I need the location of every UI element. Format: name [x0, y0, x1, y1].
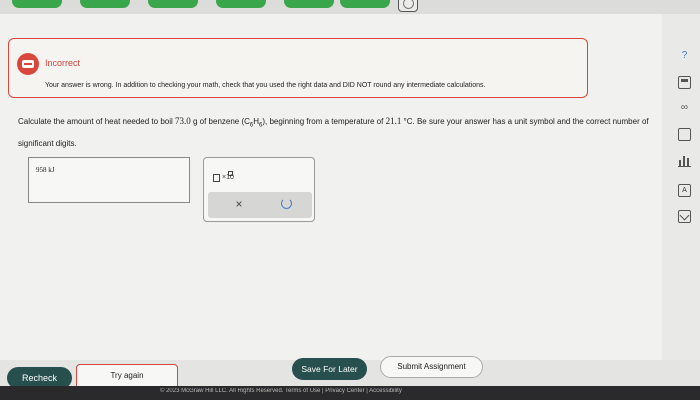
chart-bar: [683, 156, 685, 166]
progress-strip: [0, 0, 700, 14]
copyright-text: © 2023 McGraw Hill LLC. All Rights Reser…: [160, 388, 402, 394]
feedback-title: Incorrect: [45, 58, 81, 68]
link-icon[interactable]: ∞: [678, 102, 691, 115]
math-palette: ×10 ×: [203, 157, 315, 222]
temperature-value: 21.1: [385, 116, 402, 126]
progress-item-5[interactable]: [284, 0, 334, 8]
mass-value: 73.0: [175, 116, 191, 126]
incorrect-icon: [17, 53, 39, 75]
feedback-message: Your answer is wrong. In addition to che…: [45, 82, 486, 89]
submit-assignment-button[interactable]: Submit Assignment: [380, 356, 483, 378]
progress-item-3[interactable]: [148, 0, 198, 8]
clear-icon[interactable]: ×: [232, 197, 246, 211]
save-for-later-button[interactable]: Save For Later: [292, 358, 367, 380]
text-icon[interactable]: A: [678, 184, 691, 197]
exponent-box-icon: [228, 171, 233, 176]
chart-bar: [687, 158, 689, 166]
calculator-icon[interactable]: [678, 76, 691, 89]
ebook-icon[interactable]: [678, 128, 691, 141]
chart-bar: [679, 160, 681, 166]
progress-item-1[interactable]: [12, 0, 62, 8]
feedback-box: Incorrect Your answer is wrong. In addit…: [8, 38, 588, 98]
answer-input[interactable]: 958 kJ: [28, 157, 190, 203]
chart-icon[interactable]: [678, 154, 691, 167]
question-part: Calculate the amount of heat needed to b…: [18, 117, 175, 126]
progress-item-2[interactable]: [80, 0, 130, 8]
base-box-icon: [213, 174, 220, 182]
mail-icon[interactable]: [678, 210, 691, 223]
help-icon[interactable]: ?: [678, 50, 691, 63]
progress-current-icon[interactable]: [398, 0, 418, 12]
undo-icon[interactable]: [281, 198, 292, 209]
question-text: Calculate the amount of heat needed to b…: [18, 112, 658, 153]
answer-value: 958 kJ: [36, 166, 55, 174]
progress-item-6[interactable]: [340, 0, 390, 8]
question-part: g of benzene (C: [190, 117, 250, 126]
palette-actions: ×: [208, 192, 312, 218]
question-part: ), beginning from a temperature of: [262, 117, 386, 126]
progress-item-4[interactable]: [216, 0, 266, 8]
scientific-notation-button[interactable]: ×10: [212, 168, 236, 184]
